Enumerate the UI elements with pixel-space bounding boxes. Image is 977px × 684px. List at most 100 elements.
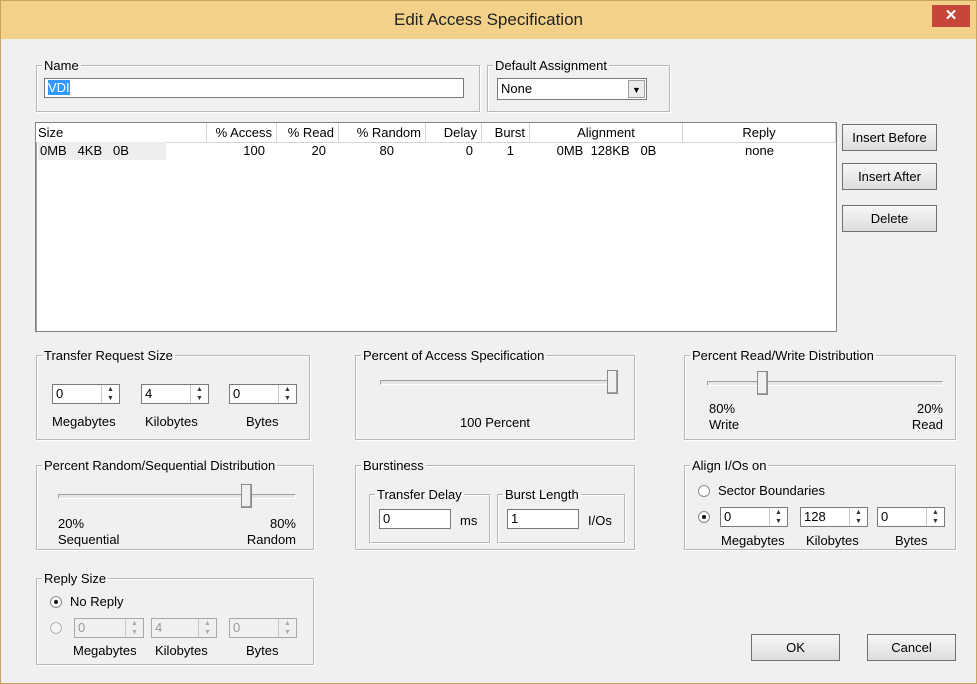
reply-size-legend: Reply Size <box>44 571 107 586</box>
spin-arrows-icon[interactable]: ▲ ▼ <box>101 385 119 403</box>
spin-arrows-icon: ▲ ▼ <box>198 619 216 637</box>
table-row-access: 100 <box>243 143 265 158</box>
table-row-read: 20 <box>311 143 326 158</box>
dialog-body: Name VDI Default Assignment None ▼ Size … <box>10 39 967 675</box>
write-percent: 80% <box>709 401 736 416</box>
delete-button[interactable]: Delete <box>842 205 937 232</box>
sector-boundaries-label: Sector Boundaries <box>718 483 825 498</box>
name-legend: Name <box>44 58 79 73</box>
table-row-alignment: 0MB 128KB 0B <box>556 143 657 158</box>
column-header-burst[interactable]: Burst <box>482 123 530 143</box>
name-input[interactable]: VDI <box>44 78 464 98</box>
align-megabytes-label: Megabytes <box>721 533 785 548</box>
burst-length-legend: Burst Length <box>505 487 579 502</box>
transfer-kilobytes-stepper[interactable]: 4 ▲ ▼ <box>141 384 209 404</box>
percent-access-legend: Percent of Access Specification <box>363 348 545 363</box>
percent-access-track <box>380 380 615 385</box>
title-bar[interactable]: Edit Access Specification ✕ <box>1 1 976 39</box>
table-row-delay: 0 <box>465 143 473 158</box>
percent-access-slider[interactable] <box>607 370 618 394</box>
table-row-size[interactable]: 0MB 4KB 0B <box>38 142 166 160</box>
no-reply-radio[interactable] <box>50 596 62 608</box>
column-header-reply[interactable]: Reply <box>683 123 836 143</box>
reply-bytes-value: 0 <box>233 620 241 635</box>
access-spec-list[interactable]: Size % Access % Read % Random Delay Burs… <box>35 122 837 332</box>
reply-megabytes-label: Megabytes <box>73 643 137 658</box>
insert-before-button[interactable]: Insert Before <box>842 124 937 151</box>
align-legend: Align I/Os on <box>692 458 767 473</box>
close-icon[interactable]: ✕ <box>932 5 970 27</box>
align-bytes-value: 0 <box>881 509 889 524</box>
default-assignment-value: None <box>501 81 533 96</box>
reply-kilobytes-stepper[interactable]: 4 ▲ ▼ <box>151 618 217 638</box>
transfer-megabytes-stepper[interactable]: 0 ▲ ▼ <box>52 384 120 404</box>
default-assignment-legend: Default Assignment <box>495 58 608 73</box>
transfer-kilobytes-label: Kilobytes <box>145 414 198 429</box>
spin-arrows-icon[interactable]: ▲ ▼ <box>926 508 944 526</box>
cancel-button[interactable]: Cancel <box>867 634 956 661</box>
percent-access-value: 100 Percent <box>459 415 531 430</box>
transfer-delay-legend: Transfer Delay <box>377 487 462 502</box>
no-reply-label: No Reply <box>70 594 124 609</box>
burst-length-input[interactable]: 1 <box>507 509 579 529</box>
column-header-random[interactable]: % Random <box>339 123 426 143</box>
transfer-delay-unit: ms <box>460 513 478 528</box>
reply-megabytes-stepper[interactable]: 0 ▲ ▼ <box>74 618 144 638</box>
read-write-slider[interactable] <box>757 371 769 395</box>
sequential-label: Sequential <box>58 532 120 547</box>
column-header-access[interactable]: % Access <box>207 123 277 143</box>
align-megabytes-stepper[interactable]: 0 ▲ ▼ <box>720 507 788 527</box>
reply-bytes-label: Bytes <box>246 643 279 658</box>
insert-after-button[interactable]: Insert After <box>842 163 937 190</box>
transfer-kilobytes-value: 4 <box>145 386 153 401</box>
transfer-request-size-legend: Transfer Request Size <box>44 348 173 363</box>
column-header-read[interactable]: % Read <box>277 123 339 143</box>
random-label: Random <box>246 532 296 547</box>
transfer-bytes-stepper[interactable]: 0 ▲ ▼ <box>229 384 297 404</box>
burstiness-legend: Burstiness <box>363 458 424 473</box>
table-row-burst: 1 <box>506 143 514 158</box>
default-assignment-select[interactable]: None ▼ <box>497 78 647 100</box>
spin-arrows-icon: ▲ ▼ <box>278 619 296 637</box>
align-bytes-stepper[interactable]: 0 ▲ ▼ <box>877 507 945 527</box>
transfer-delay-input[interactable]: 0 <box>379 509 451 529</box>
spin-arrows-icon[interactable]: ▲ ▼ <box>278 385 296 403</box>
column-header-delay[interactable]: Delay <box>426 123 482 143</box>
align-kilobytes-stepper[interactable]: 128 ▲ ▼ <box>800 507 868 527</box>
align-bytes-label: Bytes <box>895 533 928 548</box>
table-row-random: 80 <box>379 143 394 158</box>
align-custom-radio[interactable] <box>698 511 710 523</box>
reply-kilobytes-value: 4 <box>155 620 163 635</box>
spin-arrows-icon[interactable]: ▲ ▼ <box>190 385 208 403</box>
random-sequential-track <box>58 494 296 499</box>
column-header-size[interactable]: Size <box>36 123 207 143</box>
read-write-track <box>707 381 943 386</box>
table-row-reply: none <box>745 143 774 158</box>
spin-arrows-icon: ▲ ▼ <box>125 619 143 637</box>
name-value: VDI <box>48 80 70 95</box>
sector-boundaries-radio[interactable] <box>698 485 710 497</box>
transfer-megabytes-value: 0 <box>56 386 64 401</box>
burst-length-unit: I/Os <box>588 513 612 528</box>
read-write-legend: Percent Read/Write Distribution <box>692 348 874 363</box>
read-label: Read <box>911 417 943 432</box>
ok-button[interactable]: OK <box>751 634 840 661</box>
random-sequential-legend: Percent Random/Sequential Distribution <box>44 458 276 473</box>
chevron-down-icon[interactable]: ▼ <box>628 80 645 98</box>
spin-arrows-icon[interactable]: ▲ ▼ <box>849 508 867 526</box>
burst-length-value: 1 <box>511 511 519 526</box>
spin-arrows-icon[interactable]: ▲ ▼ <box>769 508 787 526</box>
align-megabytes-value: 0 <box>724 509 732 524</box>
random-sequential-slider[interactable] <box>240 484 252 508</box>
transfer-megabytes-label: Megabytes <box>52 414 116 429</box>
sequential-percent: 20% <box>58 516 85 531</box>
transfer-bytes-label: Bytes <box>246 414 279 429</box>
column-header-alignment[interactable]: Alignment <box>530 123 683 143</box>
read-percent: 20% <box>916 401 943 416</box>
transfer-bytes-value: 0 <box>233 386 241 401</box>
reply-bytes-stepper[interactable]: 0 ▲ ▼ <box>229 618 297 638</box>
align-kilobytes-label: Kilobytes <box>806 533 859 548</box>
random-percent: 80% <box>269 516 296 531</box>
transfer-delay-value: 0 <box>383 511 391 526</box>
reply-custom-radio[interactable] <box>50 622 62 634</box>
